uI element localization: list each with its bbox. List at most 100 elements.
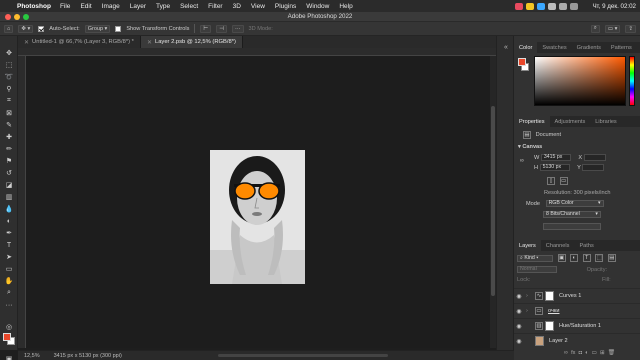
crop-tool-icon[interactable]: ⌗	[3, 96, 15, 106]
color-picker-field[interactable]	[534, 56, 626, 106]
menu-type[interactable]: Type	[156, 3, 170, 10]
workspace-icon[interactable]: ▭ ▾	[604, 24, 621, 33]
collapse-panels-icon[interactable]: «	[501, 42, 511, 52]
canvas-section[interactable]: ▾ Canvas	[514, 144, 640, 150]
tab-color[interactable]: Color	[514, 42, 538, 53]
tab-adjustments[interactable]: Adjustments	[550, 116, 591, 127]
type-tool-icon[interactable]: T	[3, 240, 15, 250]
mode-dropdown[interactable]: RGB Color ▾	[545, 200, 604, 207]
zoom-tool-icon[interactable]: ⌕	[3, 288, 15, 298]
layer-row-hue-saturation[interactable]: ◉ ▥ Hue/Saturation 1	[514, 318, 640, 333]
new-group-icon[interactable]: ▭	[592, 350, 597, 356]
layer-row-curves[interactable]: ◉ › ∿ Curves 1	[514, 288, 640, 303]
smart-object-filter-icon[interactable]: ▤	[607, 254, 616, 262]
add-mask-icon[interactable]: ◘	[579, 350, 582, 356]
more-tools-icon[interactable]: ···	[3, 300, 15, 310]
height-field[interactable]: 5130 px	[539, 164, 570, 171]
menu-image[interactable]: Image	[102, 3, 120, 10]
document-dimensions[interactable]: 3415 px x 5130 px (300 ppi)	[54, 353, 122, 359]
menu-plugins[interactable]: Plugins	[275, 3, 296, 10]
tab-properties[interactable]: Properties	[514, 116, 550, 127]
layer-row-layer-2[interactable]: ◉ Layer 2	[514, 333, 640, 348]
auto-select-checkbox[interactable]	[38, 25, 45, 32]
y-field[interactable]	[582, 164, 605, 171]
canvas-area[interactable]	[26, 56, 490, 348]
menu-select[interactable]: Select	[180, 3, 198, 10]
type-filter-icon[interactable]: T	[582, 254, 591, 262]
horizontal-scrollbar[interactable]	[218, 354, 388, 357]
menu-3d[interactable]: 3D	[233, 3, 241, 10]
horizontal-ruler[interactable]	[18, 48, 496, 56]
clone-stamp-icon[interactable]: ⚑	[3, 156, 15, 166]
eye-icon[interactable]: ◉	[514, 338, 524, 345]
menu-view[interactable]: View	[251, 3, 265, 10]
status-app-icon[interactable]	[526, 2, 535, 10]
shape-filter-icon[interactable]: ⬚	[595, 254, 604, 262]
eye-icon[interactable]: ◉	[514, 293, 524, 300]
blend-mode-dropdown[interactable]: Normal	[517, 266, 557, 273]
search-icon[interactable]: ⌕	[590, 24, 600, 33]
pen-tool-icon[interactable]: ✒	[3, 228, 15, 238]
move-tool-icon[interactable]: ✥	[3, 48, 15, 58]
blur-tool-icon[interactable]: 💧	[3, 204, 15, 214]
eye-icon[interactable]: ◉	[514, 323, 524, 330]
fx-icon[interactable]: fx	[571, 350, 575, 356]
foreground-color-swatch[interactable]	[518, 58, 526, 66]
menu-filter[interactable]: Filter	[208, 3, 222, 10]
more-options-icon[interactable]: ···	[232, 24, 244, 33]
wifi-icon[interactable]	[548, 2, 557, 10]
app-menu[interactable]: Photoshop	[17, 3, 51, 10]
quick-mask-icon[interactable]: ◎	[3, 322, 15, 332]
trash-icon[interactable]: 🗑	[608, 350, 615, 356]
tab-libraries[interactable]: Libraries	[590, 116, 621, 127]
brush-tool-icon[interactable]: ✏	[3, 144, 15, 154]
bit-depth-dropdown[interactable]: 8 Bits/Channel ▾	[543, 211, 601, 218]
eyedropper-icon[interactable]: ✎	[3, 120, 15, 130]
zoom-level[interactable]: 12,5%	[24, 353, 40, 359]
tab-untitled-1[interactable]: ✕ Untitled-1 @ 66,7% (Layer 3, RGB/8*) *	[18, 36, 141, 48]
dodge-tool-icon[interactable]: ◐	[3, 216, 15, 226]
share-icon[interactable]: ⇪	[625, 24, 636, 33]
hand-tool-icon[interactable]: ✋	[3, 276, 15, 286]
layer-mask-thumbnail[interactable]	[545, 291, 554, 301]
portrait-orientation-icon[interactable]: ▯	[547, 177, 555, 185]
menu-window[interactable]: Window	[306, 3, 329, 10]
tab-layer-2-psb[interactable]: ✕ Layer 2.psb @ 12,5% (RGB/8*)	[140, 36, 243, 48]
foreground-color-swatch[interactable]	[3, 333, 11, 341]
width-field[interactable]: 3415 px	[540, 154, 571, 161]
tab-paths[interactable]: Paths	[574, 240, 598, 251]
tab-swatches[interactable]: Swatches	[537, 42, 571, 53]
frame-tool-icon[interactable]: ⊠	[3, 108, 15, 118]
pixel-filter-icon[interactable]: ▣	[557, 254, 566, 262]
status-app-icon[interactable]	[537, 2, 546, 10]
scrollbar-thumb[interactable]	[491, 106, 495, 296]
menubar-clock[interactable]: Чт, 9 дек. 02:02	[592, 3, 636, 10]
tab-gradients[interactable]: Gradients	[572, 42, 606, 53]
adjustment-filter-icon[interactable]: ◐	[570, 254, 579, 262]
menu-edit[interactable]: Edit	[80, 3, 91, 10]
document-image[interactable]	[210, 150, 305, 284]
tab-channels[interactable]: Channels	[541, 240, 575, 251]
layer-mask-thumbnail[interactable]	[545, 321, 554, 331]
background-fill-dropdown[interactable]	[543, 223, 601, 230]
link-layers-icon[interactable]: ∞	[564, 350, 568, 356]
link-icon[interactable]: ∞	[520, 158, 528, 164]
lasso-tool-icon[interactable]: ➰	[3, 72, 15, 82]
path-selection-icon[interactable]: ➤	[3, 252, 15, 262]
menu-file[interactable]: File	[60, 3, 70, 10]
rectangle-tool-icon[interactable]: ▭	[3, 264, 15, 274]
history-brush-icon[interactable]: ↺	[3, 168, 15, 178]
eraser-tool-icon[interactable]: ◪	[3, 180, 15, 190]
layer-row-group[interactable]: ◉ › ▭ очки	[514, 303, 640, 318]
hue-slider[interactable]	[629, 56, 635, 106]
auto-select-dropdown[interactable]: Group ▾	[84, 24, 111, 33]
layer-thumbnail[interactable]	[535, 336, 544, 346]
magic-wand-icon[interactable]: ⚲	[3, 84, 15, 94]
home-icon[interactable]: ⌂	[4, 24, 14, 33]
eye-icon[interactable]: ◉	[514, 308, 524, 315]
layer-name[interactable]: Curves 1	[559, 293, 581, 299]
vertical-ruler[interactable]	[18, 56, 26, 348]
screen-mode-icon[interactable]: ▣	[3, 354, 15, 360]
x-field[interactable]	[583, 154, 606, 161]
control-center-icon[interactable]	[570, 2, 579, 10]
